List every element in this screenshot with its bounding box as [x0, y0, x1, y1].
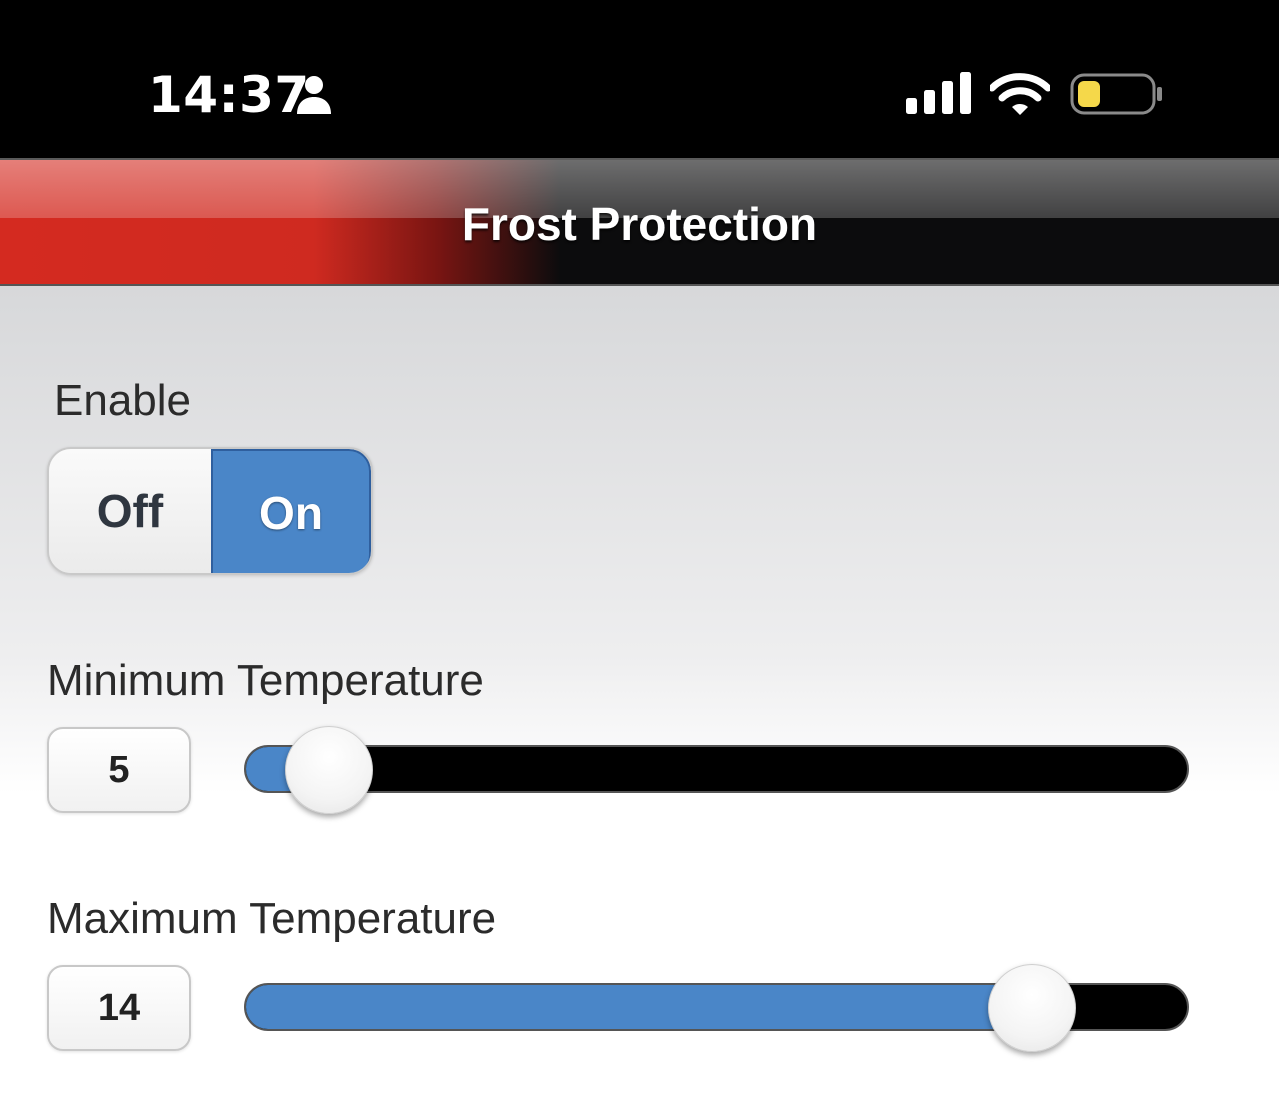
enable-toggle[interactable]: Off On	[47, 447, 373, 575]
min-temperature-label: Minimum Temperature	[47, 656, 484, 705]
max-temperature-slider[interactable]	[244, 964, 1189, 1052]
min-temperature-slider[interactable]	[244, 726, 1189, 814]
max-temperature-label: Maximum Temperature	[47, 894, 497, 943]
toggle-off-button[interactable]: Off	[49, 449, 213, 573]
cellular-signal-icon	[906, 72, 971, 114]
wifi-icon	[990, 73, 1050, 115]
enable-label: Enable	[54, 376, 192, 425]
page-title: Frost Protection	[461, 198, 818, 250]
status-time: 14:37	[148, 66, 310, 124]
person-icon	[297, 76, 331, 114]
slider-thumb[interactable]	[987, 964, 1076, 1052]
slider-fill	[246, 985, 1031, 1029]
app-header: Frost Protection	[0, 158, 1279, 286]
min-temperature-input[interactable]: 5	[47, 727, 191, 813]
max-temperature-input[interactable]: 14	[47, 965, 191, 1051]
toggle-on-button[interactable]: On	[213, 449, 371, 573]
battery-icon	[1070, 73, 1162, 115]
slider-thumb[interactable]	[284, 726, 373, 814]
status-bar: 14:37	[0, 0, 1279, 158]
settings-content: Enable Off On Minimum Temperature 5 Maxi…	[0, 286, 1279, 1105]
